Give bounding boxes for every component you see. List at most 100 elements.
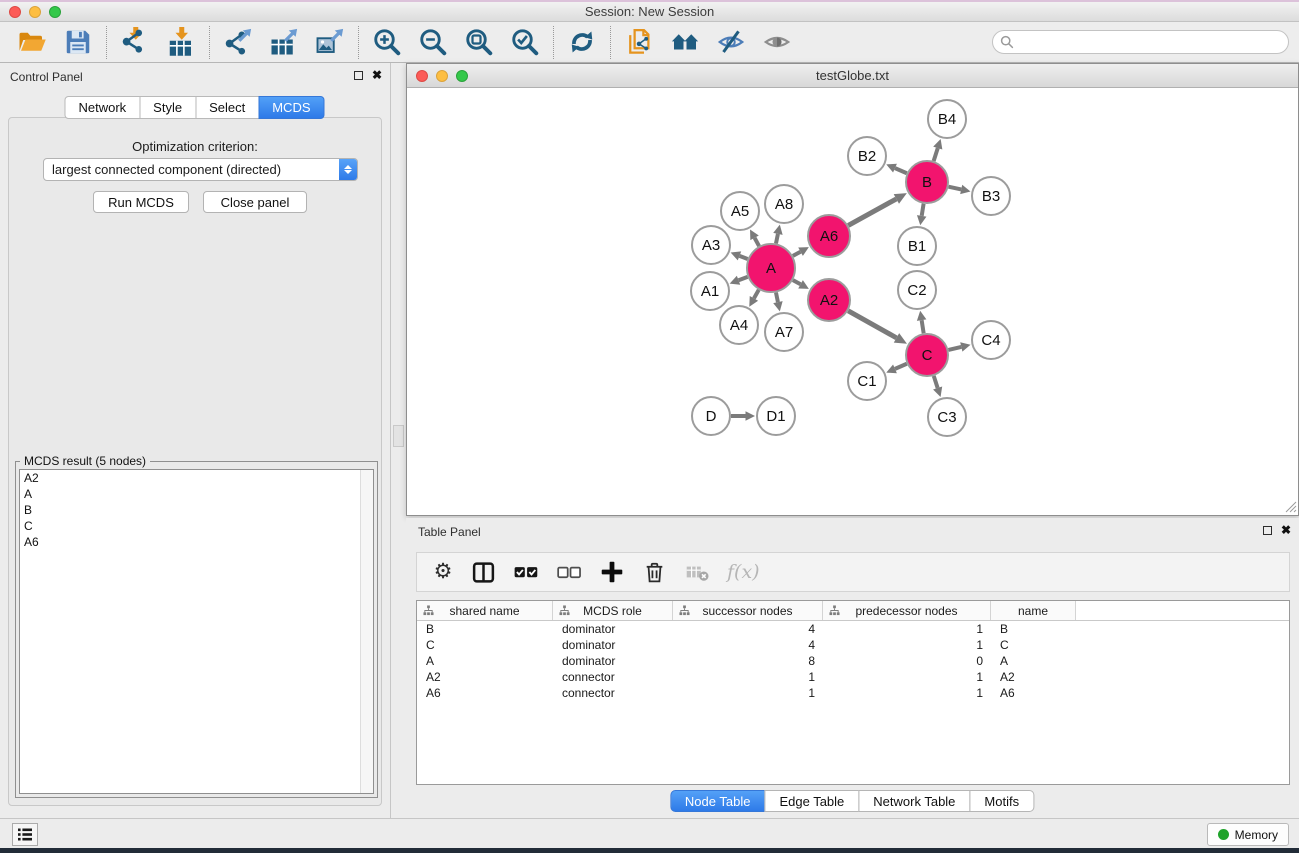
edge-B-B2[interactable] xyxy=(895,168,907,173)
uncheck-all-icon[interactable] xyxy=(556,559,582,585)
cell-MCDS-role[interactable]: connector xyxy=(553,686,673,700)
cell-name[interactable]: A6 xyxy=(991,686,1076,700)
result-item[interactable]: B xyxy=(20,502,373,518)
mcds-result-list[interactable]: A2ABCA6 xyxy=(19,469,374,794)
search-field[interactable] xyxy=(992,30,1289,54)
cell-successor-nodes[interactable]: 8 xyxy=(673,654,823,668)
result-scrollbar[interactable] xyxy=(360,470,373,793)
cell-shared-name[interactable]: A6 xyxy=(417,686,553,700)
refresh-icon[interactable] xyxy=(567,27,597,57)
cell-predecessor-nodes[interactable]: 1 xyxy=(823,622,991,636)
column-layout-icon[interactable] xyxy=(471,559,496,585)
export-network-icon[interactable] xyxy=(223,27,253,57)
search-input[interactable] xyxy=(1014,33,1288,51)
tab-style[interactable]: Style xyxy=(139,96,196,119)
edge-B-B3[interactable] xyxy=(948,187,961,190)
tab-network-table[interactable]: Network Table xyxy=(858,790,970,812)
table-row[interactable]: A2connector11A2 xyxy=(417,669,1289,685)
network-close-button[interactable] xyxy=(416,70,428,82)
cell-name[interactable]: A xyxy=(991,654,1076,668)
network-window-titlebar[interactable]: testGlobe.txt xyxy=(407,64,1298,88)
save-icon[interactable] xyxy=(63,27,93,57)
tab-edge-table[interactable]: Edge Table xyxy=(764,790,859,812)
run-mcds-button[interactable]: Run MCDS xyxy=(93,191,189,213)
cell-name[interactable]: C xyxy=(991,638,1076,652)
cell-name[interactable]: B xyxy=(991,622,1076,636)
edge-A-A2[interactable] xyxy=(793,280,801,284)
close-panel-button[interactable]: Close panel xyxy=(203,191,307,213)
cell-predecessor-nodes[interactable]: 1 xyxy=(823,670,991,684)
tab-mcds[interactable]: MCDS xyxy=(258,96,324,119)
float-panel-icon[interactable] xyxy=(354,71,363,80)
edge-B-B4[interactable] xyxy=(934,148,938,161)
column-header-name[interactable]: name xyxy=(991,601,1076,620)
tab-motifs[interactable]: Motifs xyxy=(969,790,1034,812)
eye-icon[interactable] xyxy=(762,27,792,57)
check-all-icon[interactable] xyxy=(513,559,539,585)
edge-A-A1[interactable] xyxy=(739,277,748,280)
cell-MCDS-role[interactable]: dominator xyxy=(553,622,673,636)
zoom-fit-icon[interactable] xyxy=(464,27,494,57)
network-canvas[interactable]: B4B2BB3A5A8A6B1A3AC2A1A2A4A7C4CC1DD1C3 xyxy=(407,88,1298,514)
import-network-icon[interactable] xyxy=(120,27,150,57)
result-item[interactable]: C xyxy=(20,518,373,534)
table-row[interactable]: Adominator80A xyxy=(417,653,1289,669)
network-zoom-button[interactable] xyxy=(456,70,468,82)
table-row[interactable]: A6connector11A6 xyxy=(417,685,1289,701)
cell-shared-name[interactable]: B xyxy=(417,622,553,636)
export-table-icon[interactable] xyxy=(269,27,299,57)
cell-MCDS-role[interactable]: dominator xyxy=(553,638,673,652)
cell-shared-name[interactable]: A xyxy=(417,654,553,668)
cell-name[interactable]: A2 xyxy=(991,670,1076,684)
cell-successor-nodes[interactable]: 4 xyxy=(673,638,823,652)
minimize-window-button[interactable] xyxy=(29,6,41,18)
double-home-icon[interactable] xyxy=(670,27,700,57)
zoom-window-button[interactable] xyxy=(49,6,61,18)
open-folder-icon[interactable] xyxy=(17,27,47,57)
zoom-in-icon[interactable] xyxy=(372,27,402,57)
edge-A-A8[interactable] xyxy=(776,234,778,244)
cell-MCDS-role[interactable]: dominator xyxy=(553,654,673,668)
column-header-shared-name[interactable]: shared name xyxy=(417,601,553,620)
trash-icon[interactable] xyxy=(642,559,667,585)
optimization-criterion-select[interactable]: largest connected component (directed) xyxy=(43,158,358,181)
zoom-selected-icon[interactable] xyxy=(510,27,540,57)
cell-predecessor-nodes[interactable]: 1 xyxy=(823,638,991,652)
edge-C-C1[interactable] xyxy=(895,364,907,369)
column-header-successor-nodes[interactable]: successor nodes xyxy=(673,601,823,620)
result-item[interactable]: A2 xyxy=(20,470,373,486)
resize-grip-icon[interactable] xyxy=(1283,499,1297,513)
table-row[interactable]: Bdominator41B xyxy=(417,621,1289,637)
zoom-out-icon[interactable] xyxy=(418,27,448,57)
add-column-icon[interactable] xyxy=(599,559,625,585)
eye-slash-icon[interactable] xyxy=(716,27,746,57)
close-window-button[interactable] xyxy=(9,6,21,18)
result-item[interactable]: A6 xyxy=(20,534,373,550)
cell-shared-name[interactable]: C xyxy=(417,638,553,652)
cell-predecessor-nodes[interactable]: 0 xyxy=(823,654,991,668)
cell-successor-nodes[interactable]: 1 xyxy=(673,670,823,684)
edge-A-A5[interactable] xyxy=(755,238,759,246)
edge-C-C2[interactable] xyxy=(922,320,924,333)
close-panel-icon[interactable]: ✖ xyxy=(372,69,382,81)
table-row[interactable]: Cdominator41C xyxy=(417,637,1289,653)
import-table-icon[interactable] xyxy=(166,27,196,57)
edge-A-A3[interactable] xyxy=(739,256,747,259)
edge-A-A4[interactable] xyxy=(754,290,759,299)
tab-network[interactable]: Network xyxy=(64,96,140,119)
edge-A-A7[interactable] xyxy=(776,292,778,302)
tab-select[interactable]: Select xyxy=(195,96,259,119)
column-header-MCDS-role[interactable]: MCDS role xyxy=(553,601,673,620)
task-history-button[interactable] xyxy=(12,823,38,846)
memory-button[interactable]: Memory xyxy=(1207,823,1289,846)
network-minimize-button[interactable] xyxy=(436,70,448,82)
split-divider-grip[interactable] xyxy=(393,425,404,447)
gear-icon[interactable]: ⚙ xyxy=(432,559,454,585)
tab-node-table[interactable]: Node Table xyxy=(670,790,766,812)
network-document-icon[interactable] xyxy=(624,27,654,57)
cell-successor-nodes[interactable]: 1 xyxy=(673,686,823,700)
edge-B-B1[interactable] xyxy=(922,204,924,216)
edge-A6-B[interactable] xyxy=(848,199,896,225)
edge-C-C4[interactable] xyxy=(948,347,961,350)
edge-A2-C[interactable] xyxy=(848,311,896,338)
